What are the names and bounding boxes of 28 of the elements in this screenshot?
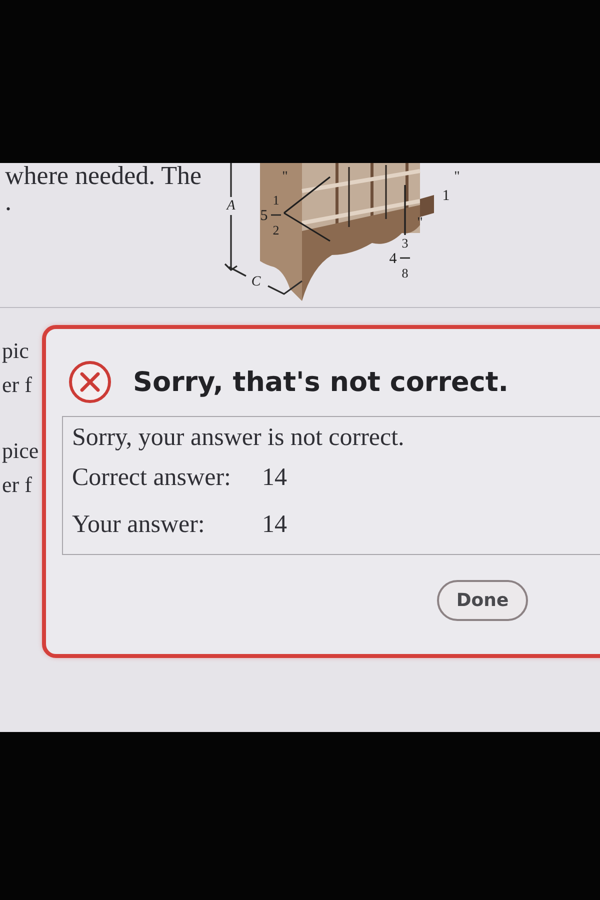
dimension-label: 4 <box>389 251 397 267</box>
fraction-numerator: 3 <box>402 236 408 250</box>
inch-mark: " <box>454 170 460 184</box>
dimension-line <box>283 176 331 242</box>
inch-mark: " <box>282 170 288 184</box>
answer-label: Your answer: <box>72 510 206 540</box>
error-icon <box>68 360 112 404</box>
inch-mark: " <box>417 216 423 230</box>
answer-value: 14 <box>262 510 287 540</box>
dialog-title: Sorry, that's not correct. <box>133 366 509 398</box>
page-text: er f <box>2 371 32 399</box>
feedback-message: Sorry, your answer is not correct. <box>72 423 404 453</box>
page-text: pice <box>2 437 39 465</box>
answer-label: Correct answer: <box>72 463 232 493</box>
fraction-numerator: 1 <box>272 192 280 208</box>
answer-value: 14 <box>262 463 287 493</box>
dimension-label: C <box>251 274 261 290</box>
dimension-label: 1 <box>442 188 450 204</box>
page-text: pic <box>2 337 29 365</box>
dimension-line <box>404 185 406 235</box>
page-text: er f <box>2 471 32 499</box>
page-text: . <box>5 189 12 215</box>
fraction-denominator: 8 <box>402 266 408 280</box>
done-button[interactable]: Done <box>437 580 528 621</box>
page-text: where needed. The <box>5 163 202 189</box>
dimension-label: 5 <box>260 208 268 224</box>
fraction-denominator: 2 <box>272 222 280 238</box>
dimension-label: A <box>226 198 236 214</box>
